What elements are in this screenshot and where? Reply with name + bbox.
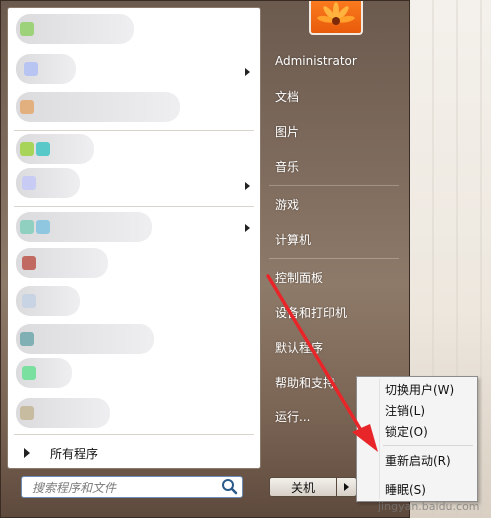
- submenu-arrow-icon: [245, 182, 250, 190]
- divider: [383, 445, 473, 446]
- submenu-arrow-icon: [245, 68, 250, 76]
- sleep-item[interactable]: 睡眠(S): [385, 479, 426, 499]
- search-icon[interactable]: [220, 477, 240, 497]
- documents-item[interactable]: 文档: [267, 83, 397, 109]
- program-item[interactable]: [16, 134, 94, 164]
- program-list-pane: 所有程序: [7, 7, 261, 469]
- start-menu: 所有程序 搜索程序和文件 Administrator 文档 图片 音乐 游戏 计…: [0, 0, 410, 518]
- divider: [14, 130, 254, 131]
- search-input[interactable]: 搜索程序和文件: [21, 476, 243, 498]
- music-item[interactable]: 音乐: [267, 153, 397, 179]
- watermark: jingyan.baidu.com: [378, 500, 480, 513]
- pictures-item[interactable]: 图片: [267, 118, 397, 144]
- restart-item[interactable]: 重新启动(R): [385, 450, 451, 470]
- program-item[interactable]: [16, 92, 180, 122]
- divider: [14, 206, 254, 207]
- divider: [14, 434, 254, 435]
- menu-gutter: [379, 379, 380, 499]
- program-item[interactable]: [16, 248, 108, 278]
- program-item[interactable]: [16, 398, 110, 428]
- program-item[interactable]: [16, 286, 80, 316]
- user-name-item[interactable]: Administrator: [267, 48, 397, 74]
- all-programs-label: 所有程序: [50, 446, 99, 461]
- switch-user-item[interactable]: 切换用户(W): [385, 379, 454, 399]
- divider: [269, 258, 399, 259]
- shutdown-button[interactable]: 关机: [269, 477, 337, 497]
- control-panel-item[interactable]: 控制面板: [267, 264, 397, 290]
- program-item[interactable]: [16, 358, 72, 388]
- program-item[interactable]: [16, 212, 152, 242]
- search-placeholder: 搜索程序和文件: [32, 480, 117, 495]
- power-options-menu: 切换用户(W) 注销(L) 锁定(O) 重新启动(R) 睡眠(S): [356, 376, 478, 502]
- triangle-right-icon: [24, 448, 30, 458]
- program-item[interactable]: [16, 324, 154, 354]
- submenu-arrow-icon: [245, 224, 250, 232]
- lock-item[interactable]: 锁定(O): [385, 421, 428, 441]
- games-item[interactable]: 游戏: [267, 191, 397, 217]
- default-programs-item[interactable]: 默认程序: [267, 334, 397, 360]
- devices-printers-item[interactable]: 设备和打印机: [267, 299, 397, 325]
- log-off-item[interactable]: 注销(L): [385, 400, 425, 420]
- shutdown-options-button[interactable]: [337, 477, 357, 497]
- flower-avatar-icon[interactable]: [309, 1, 363, 35]
- program-item[interactable]: [16, 54, 76, 84]
- program-item[interactable]: [16, 168, 80, 198]
- all-programs-button[interactable]: 所有程序: [14, 441, 254, 465]
- program-item[interactable]: [16, 14, 134, 44]
- computer-item[interactable]: 计算机: [267, 226, 397, 252]
- divider: [269, 185, 399, 186]
- triangle-right-icon: [344, 483, 349, 491]
